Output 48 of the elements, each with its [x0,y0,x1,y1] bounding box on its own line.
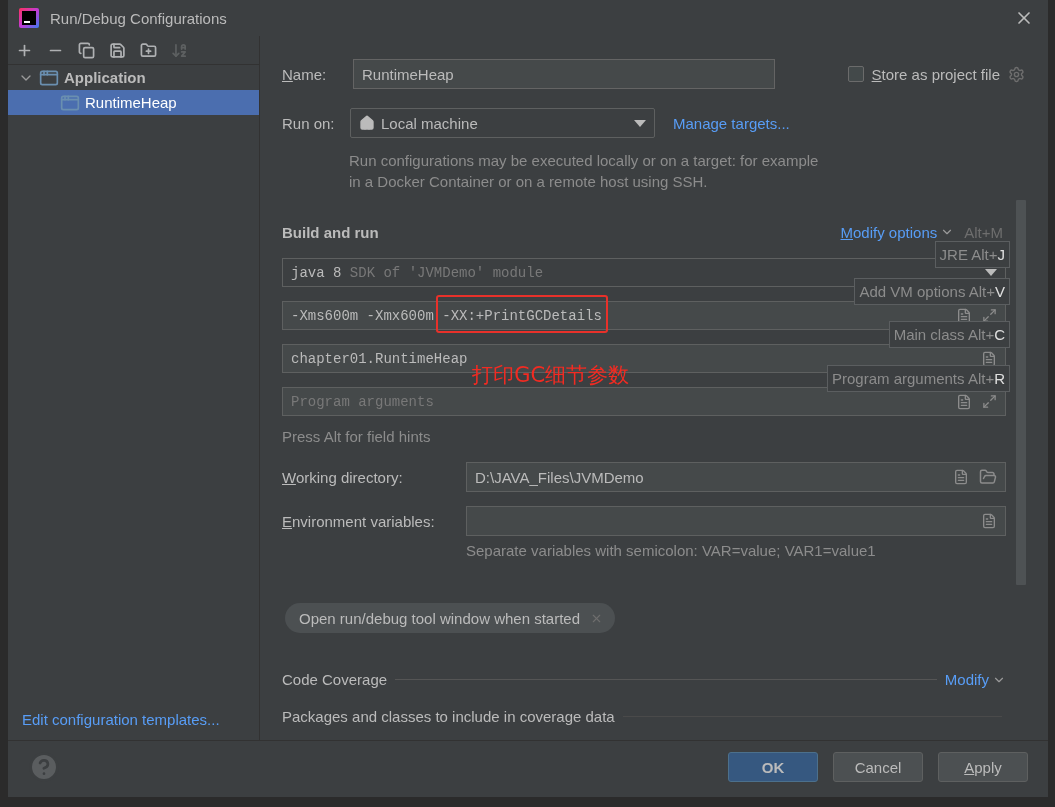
section-title: Build and run [282,223,379,241]
environment-variables-label: Environment variables: [282,512,436,530]
document-icon[interactable] [956,393,972,410]
vm-options-field[interactable]: -Xms600m -Xmx600m -XX:+PrintGCDetails [282,301,1006,330]
name-field[interactable]: RuntimeHeap [353,59,775,89]
document-icon[interactable] [953,469,969,485]
default-button[interactable]: OK [728,752,818,782]
environment-variables-note: Separate variables with semicolon: VAR=value; VAR1=value1 [466,542,877,559]
section-title: Code Coverage [282,671,388,688]
environment-variables-field[interactable] [466,506,1006,536]
save-icon[interactable] [109,41,126,59]
modify-link[interactable]: Modify [944,671,989,688]
run-on-dropdown[interactable]: Local machine [350,108,655,138]
option-chip[interactable]: Open run/debug tool window when started [285,603,615,633]
working-directory-label: Working directory: [282,468,404,486]
packages-label: Packages and classes to include in coverage data [282,708,615,725]
tree-item[interactable]: RuntimeHeap [8,90,259,115]
folder-plus-icon[interactable] [140,41,157,59]
dialog-button[interactable]: Cancel [833,752,923,782]
shortcut-tooltip: Program arguments Alt+R [827,365,1010,392]
dropdown-arrow-icon[interactable] [634,119,646,127]
edit-templates-link[interactable]: Edit configuration templates... [22,711,220,728]
dialog-button[interactable]: Apply [938,752,1028,782]
app-logo-icon [18,7,40,29]
modify-options-link[interactable]: Modify options [840,223,938,241]
document-icon[interactable] [956,307,972,324]
expand-icon[interactable] [982,394,997,409]
run-on-description: Run configurations may be executed locally or on a target: for example in a Docker Container or on a remote host using SSH. [349,151,819,192]
shortcut-tooltip: Main class Alt+C [888,321,1010,348]
tree-item[interactable]: Application [8,65,259,90]
dropdown-arrow-icon[interactable] [985,269,997,276]
working-directory-field[interactable]: D:\JAVA_Files\JVMDemo [466,462,1006,492]
home-icon [359,115,375,131]
run-on-label: Run on: [282,114,336,132]
name-label: Name: [282,65,328,83]
document-icon[interactable] [981,513,997,529]
shortcut-tooltip: Add VM options Alt+V [854,278,1010,305]
copy-icon[interactable] [78,41,95,59]
field-hints-note: Press Alt for field hints [282,428,432,445]
expand-icon[interactable] [982,308,997,323]
manage-targets-link[interactable]: Manage targets... [673,114,790,132]
checkbox[interactable] [847,66,864,82]
store-as-project-file-label[interactable]: Store as project file [871,65,1000,83]
folder-icon[interactable] [979,468,997,486]
shortcut-tooltip: JRE Alt+J [934,241,1010,268]
document-icon[interactable] [981,350,997,367]
settings-icon[interactable] [1008,65,1025,83]
window-title: Run/Debug Configurations [50,9,228,27]
